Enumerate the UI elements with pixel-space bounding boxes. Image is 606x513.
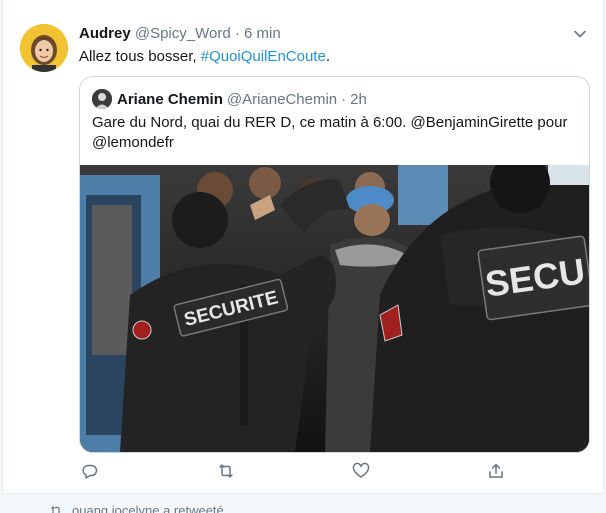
author-handle[interactable]: @Spicy_Word — [135, 25, 231, 42]
quoted-tweet-photo[interactable]: SECURITE SECU — [80, 165, 589, 452]
hashtag-link[interactable]: #QuoiQuilEnCoute — [201, 48, 326, 65]
photo-image: SECURITE SECU — [80, 165, 589, 452]
quoted-tweet-header: Ariane Chemin @ArianeChemin · 2h — [92, 89, 367, 109]
separator-dot: · — [341, 90, 347, 108]
tweet-text-prefix: Allez tous bosser, — [79, 48, 201, 65]
tweet-card[interactable]: Audrey @Spicy_Word · 6 min Allez tous bo… — [2, 0, 604, 494]
quoted-tweet[interactable]: Ariane Chemin @ArianeChemin · 2h Gare du… — [79, 76, 590, 453]
author-name[interactable]: Audrey — [79, 25, 131, 42]
quoted-author-handle: @ArianeChemin — [226, 90, 338, 108]
share-icon[interactable] — [487, 462, 509, 484]
quoted-author-avatar — [92, 89, 112, 109]
tweet-text-suffix: . — [325, 48, 330, 65]
retweet-icon — [51, 505, 61, 513]
tweet-header: Audrey @Spicy_Word · 6 min — [79, 25, 281, 42]
quoted-tweet-timestamp: 2h — [350, 90, 367, 108]
heart-icon[interactable] — [352, 462, 374, 484]
quoted-tweet-text: Gare du Nord, quai du RER D, ce matin à … — [92, 114, 568, 151]
separator-dot: · — [234, 25, 240, 42]
retweeted-by-text[interactable]: ouang jocelyne a retweeté — [72, 503, 224, 513]
chevron-down-icon[interactable] — [573, 27, 587, 41]
quoted-author-name: Ariane Chemin — [117, 90, 223, 108]
tweet-actions — [79, 462, 519, 484]
tweet-text: Allez tous bosser, #QuoiQuilEnCoute. — [79, 48, 330, 65]
author-avatar[interactable] — [20, 24, 68, 72]
next-tweet-retweet-context: ouang jocelyne a retweeté — [50, 503, 224, 513]
reply-icon[interactable] — [81, 462, 103, 484]
retweet-icon[interactable] — [217, 462, 239, 484]
tweet-timestamp[interactable]: 6 min — [244, 25, 281, 42]
avatar-image — [20, 24, 68, 72]
